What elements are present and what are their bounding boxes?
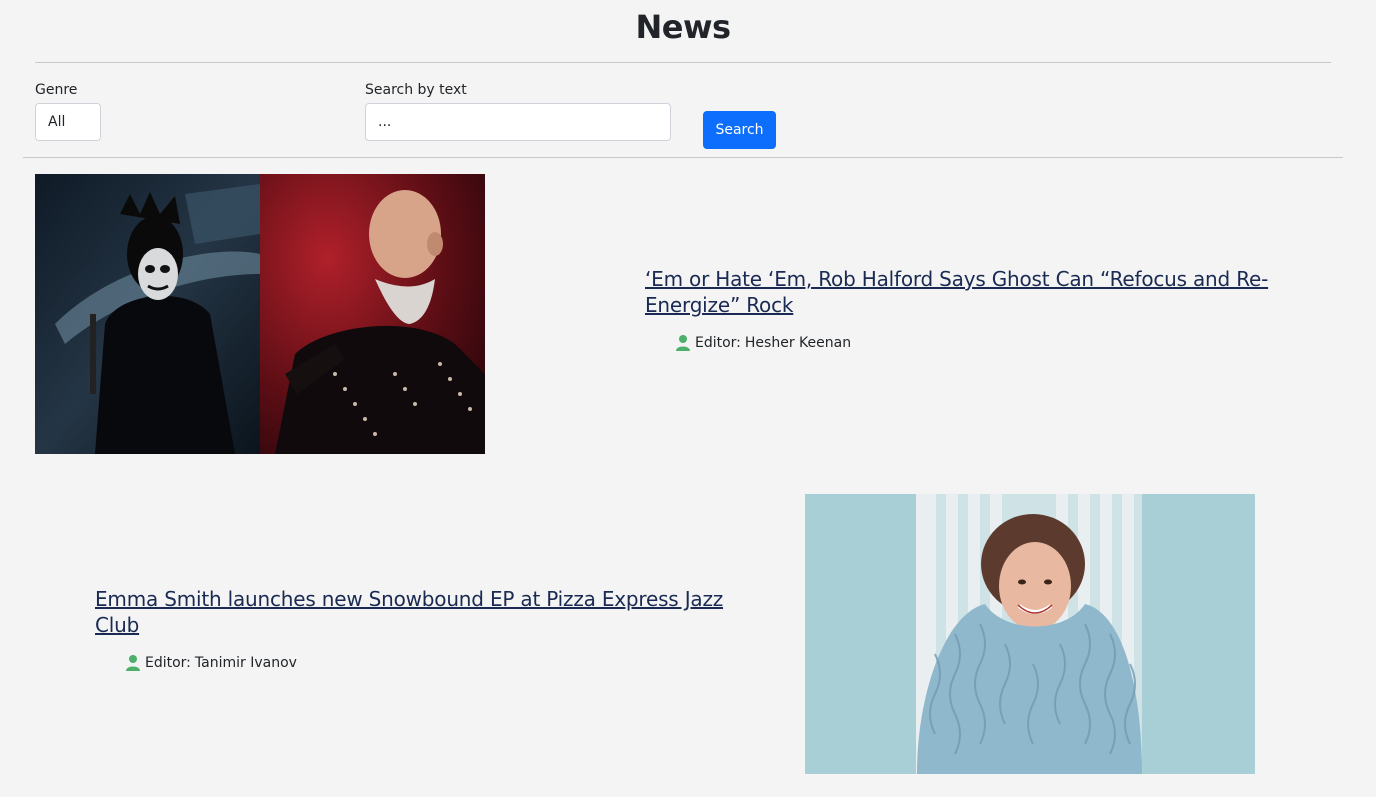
article-image-emma-smith[interactable] xyxy=(805,494,1255,774)
article-image-ghost-rob-halford[interactable] xyxy=(35,174,485,454)
editor-prefix: Editor: xyxy=(695,335,741,351)
search-input[interactable] xyxy=(365,103,671,141)
filter-divider xyxy=(23,157,1343,158)
editor-prefix: Editor: xyxy=(145,655,191,671)
header-divider xyxy=(35,62,1331,63)
user-icon xyxy=(676,335,690,351)
user-icon xyxy=(126,655,140,671)
article-editor: Editor: Tanimir Ivanov xyxy=(126,655,297,671)
genre-select[interactable]: All xyxy=(35,103,101,141)
search-label: Search by text xyxy=(365,82,467,98)
editor-name: Tanimir Ivanov xyxy=(194,655,297,671)
genre-label: Genre xyxy=(35,82,78,98)
article-title-link[interactable]: Emma Smith launches new Snowbound EP at … xyxy=(95,586,735,638)
article-title-link[interactable]: ‘Em or Hate ‘Em, Rob Halford Says Ghost … xyxy=(645,266,1285,318)
article-editor: Editor: Hesher Keenan xyxy=(676,335,851,351)
search-button[interactable]: Search xyxy=(703,111,776,149)
editor-name: Hesher Keenan xyxy=(744,335,852,351)
page-title: News xyxy=(635,8,731,46)
